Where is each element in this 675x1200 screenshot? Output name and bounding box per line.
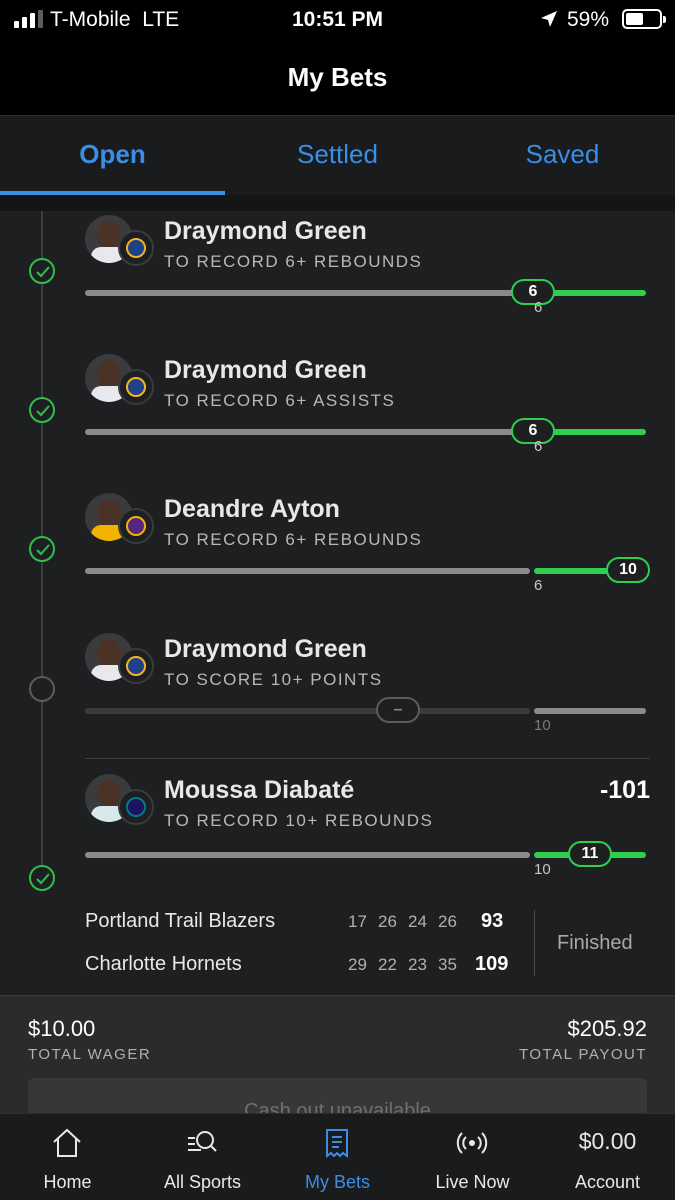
team-name: Portland Trail Blazers [85,910,276,932]
nav-account[interactable]: $0.00 Account [540,1114,675,1200]
player-name: Moussa Diabaté [164,776,355,804]
top-bar: T-Mobile LTE 10:51 PM 59% My Bets [0,0,675,115]
team-name: Charlotte Hornets [85,953,242,975]
total-payout-label: TOTAL PAYOUT [518,1046,647,1063]
bet-leg: Draymond Green TO RECORD 6+ REBOUNDS 6 6 [85,215,650,345]
nav-home[interactable]: Home [0,1114,135,1200]
bet-summary: $10.00 TOTAL WAGER $205.92 TOTAL PAYOUT … [0,995,675,1115]
market-description: TO RECORD 6+ REBOUNDS [164,252,423,271]
nav-label: Home [43,1172,92,1192]
bet-leg: Draymond Green TO RECORD 6+ ASSISTS 6 6 [85,354,650,484]
target-line-label: 6 [534,577,543,594]
search-sports-icon [188,1131,217,1152]
market-description: TO RECORD 6+ REBOUNDS [164,530,423,549]
quarter-score: 26 [438,912,457,931]
target-line-label: 6 [534,438,543,455]
total-wager-label: TOTAL WAGER [28,1046,152,1063]
total-payout-value: $205.92 [567,1016,647,1041]
home-icon [53,1128,81,1157]
current-stat-pill: 11 [568,841,612,867]
bet-slip-icon [326,1129,348,1158]
quarter-score: 26 [378,912,397,931]
hornets-logo-icon [118,789,154,825]
player-name: Draymond Green [164,635,367,663]
quarter-score: 23 [408,955,427,974]
bets-tabs: Open Settled Saved [0,115,675,195]
lakers-logo-icon [118,508,154,544]
target-line-label: 6 [534,299,543,316]
bet-leg: Deandre Ayton TO RECORD 6+ REBOUNDS 10 6 [85,493,650,623]
tab-saved[interactable]: Saved [450,116,675,196]
team-total: 109 [475,953,509,975]
nav-label: All Sports [163,1172,242,1192]
quarter-score: 17 [348,912,367,931]
tab-open[interactable]: Open [0,116,225,196]
progress-track [85,852,530,858]
account-balance: $0.00 [578,1128,637,1154]
quarter-score: 24 [408,912,427,931]
remaining-track [534,708,646,714]
market-description: TO RECORD 10+ REBOUNDS [164,811,434,830]
quarter-score: 35 [438,955,457,974]
target-line-label: 10 [534,717,551,734]
leg-won-check-icon [29,397,55,423]
progress-track [85,568,530,574]
tab-settled[interactable]: Settled [225,116,450,196]
live-broadcast-icon [456,1132,488,1154]
current-stat-pill: 6 [511,279,555,305]
scroll-shadow [0,195,675,211]
cashout-button[interactable]: Cash out unavailable [28,1078,647,1115]
leg-won-check-icon [29,536,55,562]
game-status: Finished [557,932,633,954]
player-name: Deandre Ayton [164,495,340,523]
game-scoreboard: Portland Trail Blazers 17 26 24 26 93 Ch… [85,898,650,988]
nav-live-now[interactable]: Live Now [405,1114,540,1200]
bet-leg: Draymond Green TO SCORE 10+ POINTS – 10 [85,633,650,763]
leg-pending-icon [29,676,55,702]
section-divider [85,758,650,759]
nav-label: Live Now [435,1172,510,1192]
location-arrow-icon [541,11,557,27]
leg-won-check-icon [29,865,55,891]
player-name: Draymond Green [164,217,367,245]
market-description: TO SCORE 10+ POINTS [164,670,383,689]
quarter-score: 22 [378,955,397,974]
total-wager-value: $10.00 [28,1016,96,1041]
quarter-score: 29 [348,955,367,974]
nav-all-sports[interactable]: All Sports [135,1114,270,1200]
current-stat-pill: – [376,697,420,723]
target-line-label: 10 [534,861,551,878]
current-stat-pill: 6 [511,418,555,444]
warriors-logo-icon [118,369,154,405]
progress-track [85,290,533,296]
bottom-nav: Home All Sports My Bets Live Now $0.00 A… [0,1113,675,1200]
player-name: Draymond Green [164,356,367,384]
leg-won-check-icon [29,258,55,284]
warriors-logo-icon [118,230,154,266]
nav-my-bets[interactable]: My Bets [270,1114,405,1200]
bet-leg: Moussa Diabaté -101 TO RECORD 10+ REBOUN… [85,774,650,904]
score-divider [534,910,535,976]
nav-label: Account [574,1172,641,1192]
status-bar: T-Mobile LTE 10:51 PM 59% [0,0,675,40]
current-stat-pill: 10 [606,557,650,583]
nav-label: My Bets [304,1172,370,1192]
warriors-logo-icon [118,648,154,684]
progress-track [85,429,533,435]
team-total: 93 [481,910,504,932]
battery-percent: 59% [567,8,610,31]
progress-track [85,708,530,714]
page-title: My Bets [287,62,388,92]
bet-card[interactable]: Draymond Green TO RECORD 6+ REBOUNDS 6 6… [0,195,675,995]
battery-icon [622,9,666,29]
bet-odds: -101 [599,776,650,804]
market-description: TO RECORD 6+ ASSISTS [164,391,396,410]
